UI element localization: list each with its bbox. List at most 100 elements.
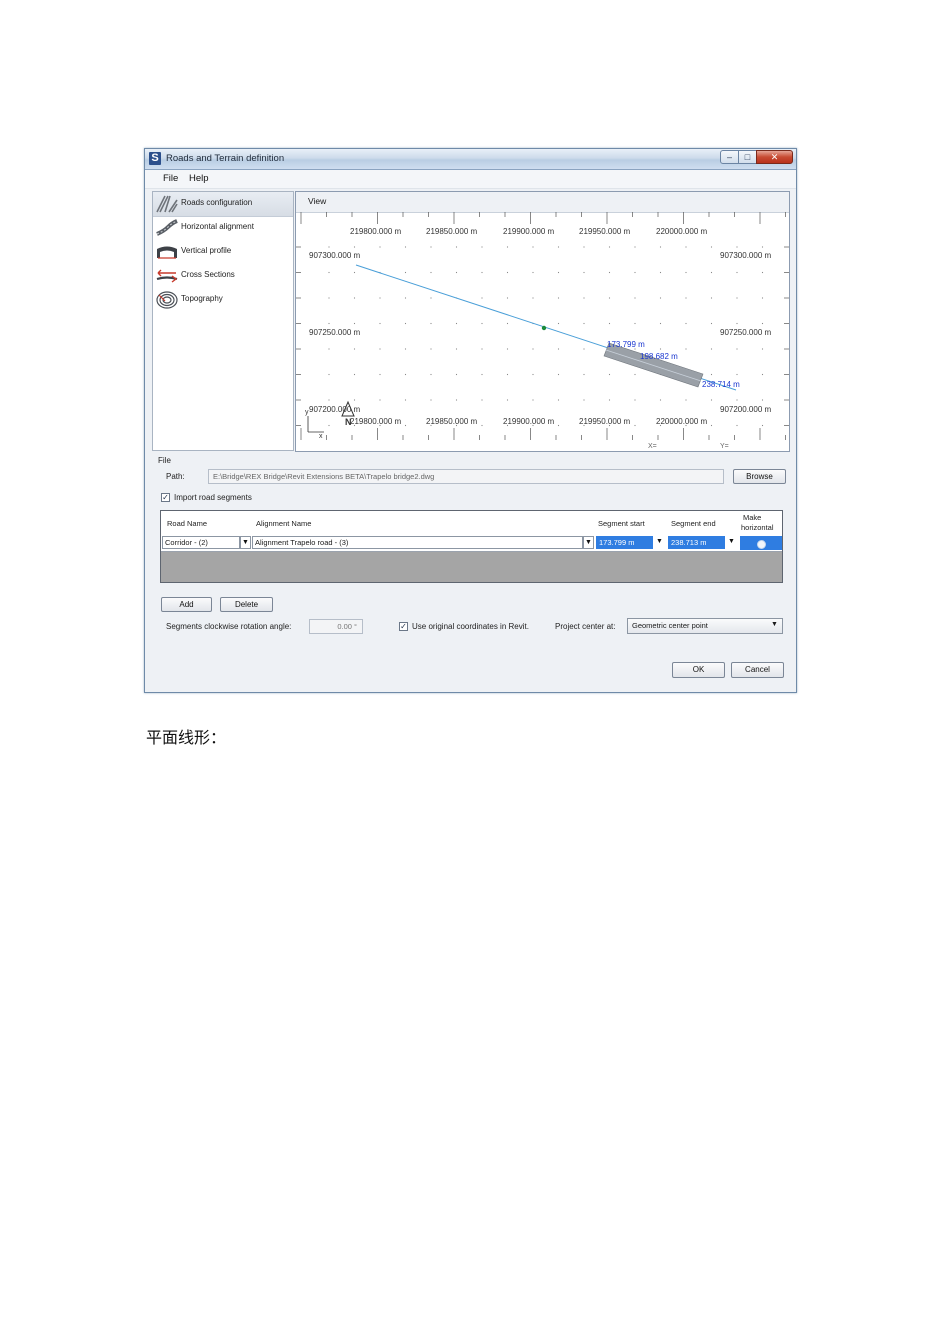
grid-dot — [506, 348, 509, 350]
menu-help[interactable]: Help — [189, 173, 209, 184]
original-coordinates-checkbox[interactable]: ✓ — [399, 622, 408, 631]
grid-dot — [328, 246, 330, 248]
svg-text:x: x — [319, 433, 323, 440]
grid-dot — [659, 322, 662, 325]
x-tick-label-bottom: 219900.000 m — [503, 417, 554, 426]
sidebar-item-cross-sections[interactable]: Cross Sections — [153, 264, 293, 288]
sidebar-item-vertical-profile[interactable]: Vertical profile — [153, 240, 293, 264]
table-row[interactable]: Corridor - (2) ▼ Alignment Trapelo road … — [161, 535, 782, 552]
column-header-make-horizontal: horizontal — [741, 523, 774, 532]
path-field[interactable]: E:\Bridge\REX Bridge\Revit Extensions BE… — [208, 469, 724, 484]
segment-end-cell[interactable]: 238.713 m — [668, 536, 725, 549]
grid-dot — [481, 399, 483, 401]
sidebar-item-label: Vertical profile — [181, 246, 232, 255]
segment-start-cell[interactable]: 173.799 m — [596, 536, 653, 549]
browse-button[interactable]: Browse — [733, 469, 786, 484]
view-header: View — [296, 192, 789, 213]
x-tick-label-bottom: 219850.000 m — [426, 417, 477, 426]
grid-dot — [353, 348, 356, 350]
grid-dot — [557, 322, 560, 325]
plan-view-canvas[interactable]: 219800.000 m 219850.000 m 219900.000 m 2… — [296, 212, 789, 451]
grid-dot — [506, 373, 509, 376]
minimize-button[interactable]: – — [720, 150, 739, 164]
title-bar[interactable]: S Roads and Terrain definition – □ ✕ — [145, 149, 796, 170]
grid-dot — [608, 373, 611, 376]
grid-dot — [710, 271, 713, 274]
column-header-alignment-name[interactable]: Alignment Name — [256, 519, 311, 528]
grid-dot — [328, 399, 330, 401]
grid-dot — [659, 271, 662, 274]
grid-dot — [761, 373, 764, 376]
grid-dot — [481, 348, 483, 350]
add-button[interactable]: Add — [161, 597, 212, 612]
menu-file[interactable]: File — [163, 173, 178, 184]
column-header-segment-end[interactable]: Segment end — [671, 519, 716, 528]
make-horizontal-radio[interactable] — [757, 540, 766, 549]
segments-grid: Road Name Alignment Name Segment start S… — [160, 510, 783, 583]
grid-dot — [404, 322, 407, 325]
project-center-select[interactable]: Geometric center point ▼ — [627, 618, 783, 634]
grid-dot — [404, 424, 407, 427]
ok-button[interactable]: OK — [672, 662, 725, 678]
grid-dot — [353, 246, 356, 248]
delete-button[interactable]: Delete — [220, 597, 273, 612]
grid-dot — [379, 348, 381, 350]
grid-dot — [455, 373, 458, 376]
grid-dot — [634, 373, 636, 376]
grid-dot — [557, 399, 560, 401]
svg-text:y: y — [305, 409, 309, 416]
x-tick-label-top: 219950.000 m — [579, 227, 630, 236]
x-tick-label-top: 219900.000 m — [503, 227, 554, 236]
sidebar-item-horizontal-alignment[interactable]: Horizontal alignment — [153, 216, 293, 240]
grid-dot — [481, 246, 483, 248]
grid-dot — [583, 322, 585, 325]
grid-dot — [736, 322, 738, 325]
segment-end-dropdown-icon[interactable]: ▼ — [726, 536, 737, 549]
grid-dot — [532, 297, 534, 299]
grid-dot — [353, 322, 356, 325]
road-name-cell[interactable]: Corridor - (2) — [162, 536, 240, 549]
grid-dot — [634, 246, 636, 248]
grid-dot — [685, 271, 687, 274]
road-name-dropdown-icon[interactable]: ▼ — [240, 536, 251, 549]
column-header-segment-start[interactable]: Segment start — [598, 519, 645, 528]
chevron-down-icon: ▼ — [771, 621, 778, 628]
grid-dot — [481, 297, 483, 299]
close-button[interactable]: ✕ — [756, 150, 793, 164]
column-header-road-name[interactable]: Road Name — [167, 519, 207, 528]
cancel-button[interactable]: Cancel — [731, 662, 784, 678]
alignment-name-dropdown-icon[interactable]: ▼ — [583, 536, 594, 549]
grid-dot — [328, 348, 330, 350]
selected-segment[interactable] — [603, 342, 704, 388]
grid-dot — [557, 297, 560, 299]
grid-dot — [328, 322, 330, 325]
sidebar-item-topography[interactable]: Topography — [153, 288, 293, 312]
grid-dot — [608, 246, 611, 248]
alignment-name-cell[interactable]: Alignment Trapelo road - (3) — [252, 536, 583, 549]
grid-dot — [761, 424, 764, 427]
sidebar-item-roads-configuration[interactable]: Roads configuration — [153, 192, 293, 217]
sidebar-item-label: Roads configuration — [181, 198, 253, 207]
grid-dot — [634, 424, 636, 427]
grid-dot — [736, 424, 738, 427]
grid-dot — [379, 399, 381, 401]
grid-dot — [736, 246, 738, 248]
make-horizontal-cell[interactable] — [740, 536, 782, 550]
segment-start-dropdown-icon[interactable]: ▼ — [654, 536, 665, 549]
original-coordinates-label: Use original coordinates in Revit. — [412, 622, 529, 631]
grid-dot — [761, 271, 764, 274]
grid-dot — [583, 297, 585, 299]
maximize-button[interactable]: □ — [738, 150, 757, 164]
grid-dot — [710, 373, 713, 376]
top-ticks — [296, 212, 789, 426]
alignment-point[interactable] — [541, 325, 547, 331]
import-road-segments-checkbox[interactable]: ✓ — [161, 493, 170, 502]
grid-dot — [710, 424, 713, 427]
grid-dot — [659, 297, 662, 299]
column-header-make-horizontal[interactable]: Make — [743, 513, 761, 522]
sidebar-item-label: Cross Sections — [181, 270, 235, 279]
grid-dot — [736, 399, 738, 401]
rotation-angle-input[interactable]: 0.00 ° — [309, 619, 363, 634]
grid-dot — [634, 322, 636, 325]
grid-dot — [506, 297, 509, 299]
